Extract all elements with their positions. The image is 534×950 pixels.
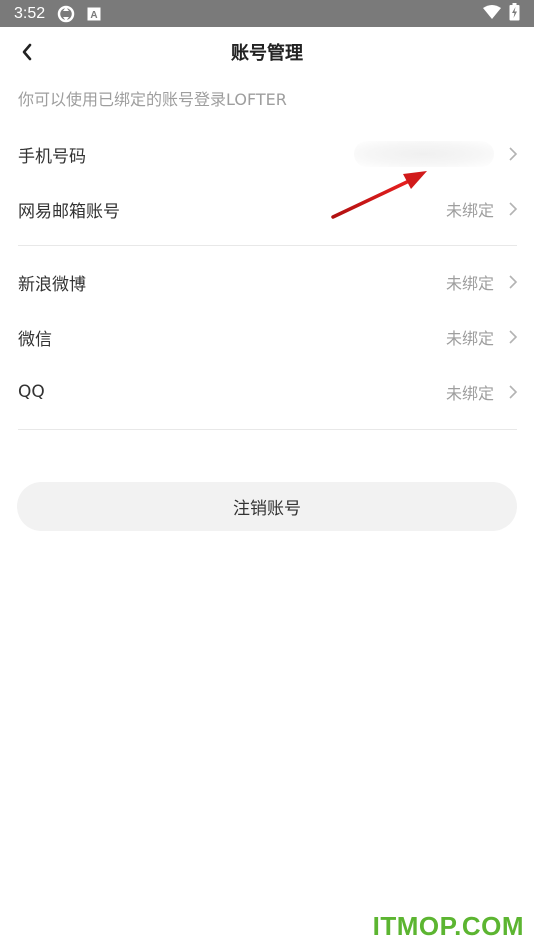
row-phone-number[interactable]: 手机号码 <box>0 127 534 181</box>
chevron-right-icon <box>509 147 518 161</box>
status-right <box>483 2 520 25</box>
chevron-left-icon <box>22 43 32 61</box>
a-badge-icon: A <box>87 7 101 21</box>
wifi-icon <box>483 4 501 23</box>
chevron-right-icon <box>509 202 518 216</box>
status-unbound: 未绑定 <box>445 329 494 348</box>
row-label: 微信 <box>18 329 52 350</box>
sync-icon <box>57 5 75 23</box>
chevron-right-icon <box>509 385 518 399</box>
page-title: 账号管理 <box>231 43 303 64</box>
row-sina-weibo[interactable]: 新浪微博 未绑定 <box>0 255 534 309</box>
row-label: 手机号码 <box>18 146 86 167</box>
row-label: 新浪微博 <box>18 274 86 295</box>
phone-number-value <box>354 141 494 167</box>
divider <box>18 245 517 246</box>
status-time: 3:52 <box>14 4 46 22</box>
annotation-arrow-icon <box>331 171 427 219</box>
header: 账号管理 <box>0 27 534 77</box>
deactivate-account-button[interactable]: 注销账号 <box>17 482 517 531</box>
status-unbound: 未绑定 <box>445 201 494 220</box>
status-bar: 3:52 A <box>0 0 534 27</box>
chevron-right-icon <box>509 275 518 289</box>
row-netease-email[interactable]: 网易邮箱账号 未绑定 <box>0 182 534 236</box>
row-wechat[interactable]: 微信 未绑定 <box>0 310 534 364</box>
row-label: QQ <box>18 382 45 402</box>
chevron-right-icon <box>509 330 518 344</box>
subtitle: 你可以使用已绑定的账号登录LOFTER <box>18 90 287 109</box>
back-button[interactable] <box>10 35 44 69</box>
battery-charging-icon <box>509 2 520 25</box>
status-unbound: 未绑定 <box>445 384 494 403</box>
row-label: 网易邮箱账号 <box>18 201 120 222</box>
divider <box>18 429 517 430</box>
row-qq[interactable]: QQ 未绑定 <box>0 365 534 419</box>
status-unbound: 未绑定 <box>445 274 494 293</box>
watermark-logo: ITMOP.COM <box>372 911 524 941</box>
svg-text:A: A <box>91 10 98 21</box>
